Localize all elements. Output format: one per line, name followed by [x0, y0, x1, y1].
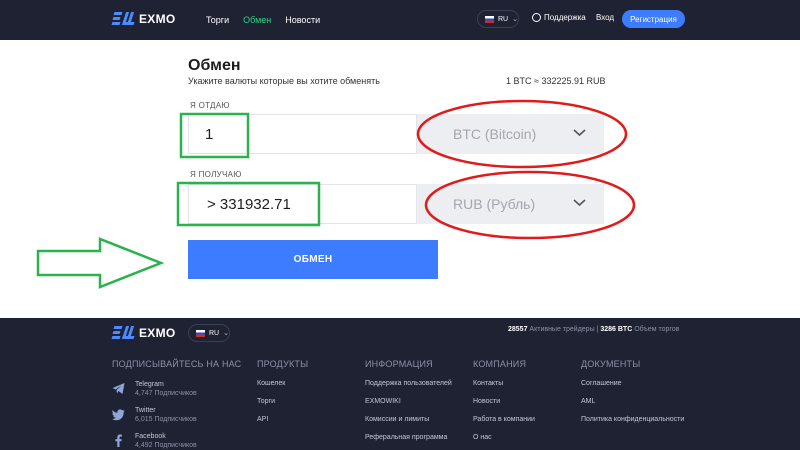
social-name: Telegram	[135, 381, 164, 388]
language-code: RU	[498, 15, 509, 23]
exchange-rate: 1 BTC ≈ 332225.91 RUB	[506, 76, 606, 86]
give-amount-value: 1	[205, 126, 214, 143]
social-count: 6,015 Подписчиков	[135, 416, 197, 423]
social-name: Facebook	[135, 433, 166, 440]
social-count: 4,492 Подписчиков	[135, 442, 197, 449]
twitter-icon	[112, 409, 125, 421]
footer-link-news[interactable]: Новости	[473, 398, 500, 405]
social-name: Twitter	[135, 407, 156, 414]
company-heading: КОМПАНИЯ	[473, 359, 527, 369]
russia-flag-icon	[485, 15, 494, 23]
get-amount-value: > 331932.71	[207, 196, 291, 213]
telegram-icon	[112, 383, 125, 394]
top-header: EXMO Торги Обмен Новости RU ⌄ Поддержка …	[0, 0, 800, 40]
logo-text: EXMO	[139, 12, 176, 26]
chevron-down-icon: ⌄	[223, 330, 229, 337]
nav-exchange[interactable]: Обмен	[243, 15, 271, 25]
chevron-down-icon	[573, 129, 586, 137]
russia-flag-icon	[196, 329, 205, 337]
footer-language-selector[interactable]: RU ⌄	[188, 324, 230, 342]
volume-count: 3286 BTC	[600, 326, 633, 333]
main-nav: Торги Обмен Новости	[206, 0, 334, 40]
nav-news[interactable]: Новости	[285, 15, 320, 25]
give-currency-select[interactable]: BTC (Bitcoin)	[417, 114, 604, 154]
page-subtitle: Укажите валюты которые вы хотите обменят…	[188, 76, 380, 86]
documents-heading: ДОКУМЕНТЫ	[581, 359, 641, 369]
nav-trading[interactable]: Торги	[206, 15, 229, 25]
footer-link-exmowiki[interactable]: EXMOWIKI	[365, 398, 401, 405]
facebook-icon	[115, 434, 122, 447]
products-heading: ПРОДУКТЫ	[257, 359, 309, 369]
information-heading: ИНФОРМАЦИЯ	[365, 359, 433, 369]
give-currency-value: BTC (Bitcoin)	[453, 126, 537, 142]
get-amount-input[interactable]: > 331932.71	[188, 184, 417, 224]
site-footer: EXMO RU ⌄ 28557 Активные трейдеры | 3286…	[0, 318, 800, 450]
footer-link-contacts[interactable]: Контакты	[473, 380, 503, 387]
social-facebook[interactable]: Facebook 4,492 Подписчиков	[112, 432, 197, 450]
social-telegram[interactable]: Telegram 4,747 Подписчиков	[112, 380, 197, 398]
volume-label: Объем торгов	[634, 326, 680, 333]
language-selector[interactable]: RU ⌄	[477, 10, 519, 28]
get-currency-value: RUB (Рубль)	[453, 196, 536, 212]
footer-link-api[interactable]: API	[257, 416, 268, 423]
login-link[interactable]: Вход	[596, 13, 614, 22]
exchange-submit-button[interactable]: ОБМЕН	[188, 240, 438, 279]
footer-link-about[interactable]: О нас	[473, 434, 492, 441]
footer-link-referral[interactable]: Реферальная программа	[365, 434, 447, 441]
platform-stats: 28557 Активные трейдеры | 3286 BTC Объем…	[508, 326, 680, 333]
give-amount-input[interactable]: 1	[188, 114, 417, 154]
register-button[interactable]: Регистрация	[622, 10, 685, 28]
give-label: Я ОТДАЮ	[190, 101, 230, 110]
support-link[interactable]: Поддержка	[532, 13, 586, 22]
social-twitter[interactable]: Twitter 6,015 Подписчиков	[112, 406, 197, 424]
social-count: 4,747 Подписчиков	[135, 390, 197, 397]
get-currency-select[interactable]: RUB (Рубль)	[417, 184, 604, 224]
chevron-down-icon: ⌄	[512, 16, 518, 23]
annotation-green-arrow	[36, 237, 165, 289]
subscribe-heading: ПОДПИСЫВАЙТЕСЬ НА НАС	[112, 359, 242, 369]
footer-link-agreement[interactable]: Соглашение	[581, 380, 622, 387]
exmo-logo-mark-icon	[111, 12, 136, 26]
footer-logo-text: EXMO	[139, 326, 176, 340]
footer-language-code: RU	[209, 329, 220, 337]
exmo-logo[interactable]: EXMO	[111, 12, 176, 26]
footer-link-trading[interactable]: Торги	[257, 398, 275, 405]
chevron-down-icon	[573, 199, 586, 207]
footer-exmo-logo[interactable]: EXMO	[111, 326, 176, 340]
footer-link-fees[interactable]: Комиссии и лимиты	[365, 416, 429, 423]
footer-link-aml[interactable]: AML	[581, 398, 595, 405]
support-label: Поддержка	[544, 13, 586, 22]
get-label: Я ПОЛУЧАЮ	[190, 170, 242, 179]
traders-count: 28557	[508, 326, 528, 333]
exmo-logo-mark-icon	[111, 326, 136, 340]
traders-label: Активные трейдеры	[529, 326, 595, 333]
page-title: Обмен	[188, 57, 241, 74]
footer-link-wallet[interactable]: Кошелек	[257, 380, 285, 387]
footer-link-support[interactable]: Поддержка пользователей	[365, 380, 452, 387]
footer-link-careers[interactable]: Работа в компании	[473, 416, 535, 423]
support-icon	[532, 13, 541, 22]
footer-link-privacy[interactable]: Политика конфиденциальности	[581, 416, 684, 423]
